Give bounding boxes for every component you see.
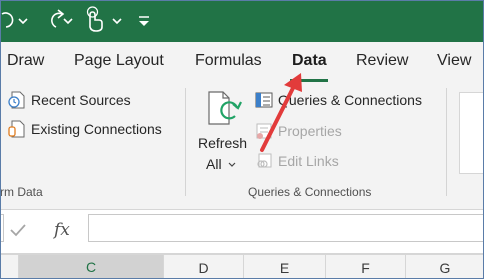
refresh-sub-label: All [206, 156, 222, 172]
recent-sources-label: Recent Sources [31, 92, 131, 108]
column-header-f[interactable]: F [326, 255, 406, 279]
group-separator-right [446, 88, 447, 196]
column-header-partial[interactable] [0, 255, 19, 279]
ribbon-tabs: Draw Page Layout Formulas Data Review Vi… [0, 42, 484, 84]
column-header-e[interactable]: E [244, 255, 326, 279]
column-header-d[interactable]: D [164, 255, 244, 279]
customize-qat-icon[interactable] [136, 0, 152, 42]
get-transform-group-label: rm Data [0, 185, 43, 199]
refresh-all-button[interactable]: Refresh All [196, 90, 248, 176]
ribbon-panel: Recent Sources Existing Connections rm D… [0, 84, 484, 210]
recent-sources-button[interactable]: Recent Sources [8, 90, 131, 110]
redo-icon[interactable] [40, 0, 74, 42]
column-headers: C D E F G [0, 254, 484, 279]
queries-group-label: Queries & Connections [248, 185, 372, 199]
tab-review[interactable]: Review [356, 52, 408, 70]
next-group-panel [459, 92, 484, 174]
touch-mode-icon[interactable] [84, 0, 126, 42]
existing-connections-label: Existing Connections [31, 121, 162, 137]
refresh-all-icon [208, 91, 242, 125]
tab-formulas[interactable]: Formulas [195, 52, 262, 70]
existing-connections-button[interactable]: Existing Connections [8, 119, 162, 139]
recent-sources-icon [8, 91, 25, 109]
chevron-down-icon [228, 162, 236, 167]
existing-connections-icon [8, 120, 25, 138]
formula-input[interactable] [88, 214, 484, 242]
tab-draw[interactable]: Draw [7, 52, 44, 70]
tab-page-layout[interactable]: Page Layout [74, 52, 164, 70]
tab-view[interactable]: View [437, 52, 471, 70]
title-bar [0, 0, 484, 42]
column-header-c[interactable]: C [19, 255, 164, 279]
enter-checkmark-icon[interactable] [10, 223, 26, 237]
annotation-arrow [260, 73, 302, 152]
undo-dropdown-icon[interactable] [16, 0, 30, 42]
insert-function-button[interactable]: fx [54, 220, 70, 240]
name-box[interactable] [0, 214, 4, 242]
group-separator [185, 88, 186, 196]
column-header-g[interactable]: G [406, 255, 484, 279]
tab-data[interactable]: Data [292, 52, 327, 70]
refresh-label: Refresh [198, 135, 248, 151]
formula-bar: fx [0, 210, 484, 254]
